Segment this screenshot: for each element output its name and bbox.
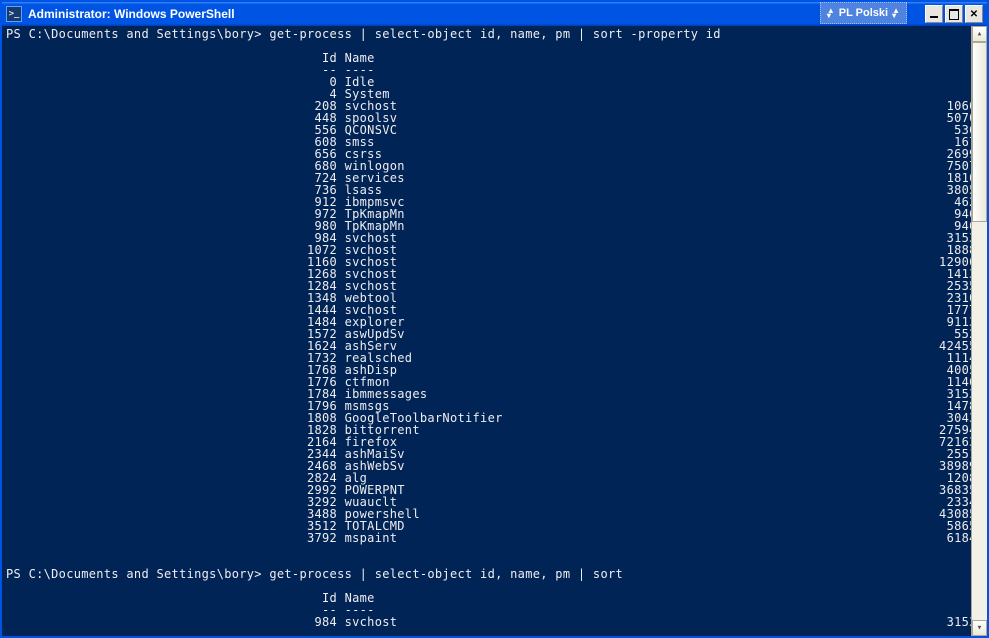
scroll-down-button[interactable]: ▾ bbox=[972, 620, 987, 636]
vertical-scrollbar[interactable]: ▴ ▾ bbox=[971, 26, 987, 636]
scroll-track[interactable] bbox=[972, 42, 987, 620]
powershell-window: Administrator: Windows PowerShell ▲▾ PL … bbox=[0, 0, 989, 638]
scroll-up-button[interactable]: ▴ bbox=[972, 26, 987, 42]
lang-arrows-icon: ▲▾ bbox=[892, 8, 900, 18]
titlebar[interactable]: Administrator: Windows PowerShell ▲▾ PL … bbox=[2, 2, 987, 26]
console-output[interactable]: PS C:\Documents and Settings\bory> get-p… bbox=[2, 26, 971, 636]
maximize-button[interactable] bbox=[945, 5, 963, 23]
content-area: PS C:\Documents and Settings\bory> get-p… bbox=[2, 26, 987, 636]
window-title: Administrator: Windows PowerShell bbox=[28, 7, 235, 21]
language-indicator[interactable]: ▲▾ PL Polski ▲▾ bbox=[820, 2, 907, 24]
lang-arrows-icon: ▲▾ bbox=[827, 8, 835, 18]
close-button[interactable] bbox=[965, 5, 983, 23]
window-buttons bbox=[925, 5, 983, 23]
minimize-button[interactable] bbox=[925, 5, 943, 23]
powershell-icon bbox=[6, 6, 22, 22]
language-label: PL Polski bbox=[839, 7, 888, 19]
scroll-thumb[interactable] bbox=[972, 42, 987, 222]
